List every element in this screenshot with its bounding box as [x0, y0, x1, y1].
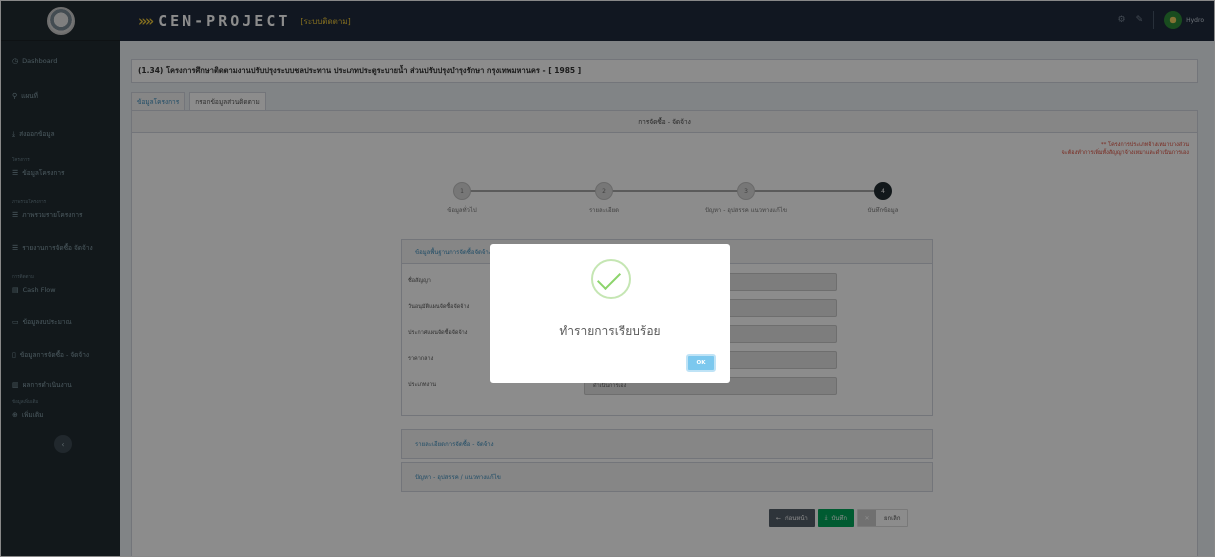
- ok-button[interactable]: OK: [686, 354, 716, 372]
- check-icon: [596, 265, 622, 291]
- success-dialog: ทำรายการเรียบร้อย OK: [490, 244, 730, 383]
- dialog-message: ทำรายการเรียบร้อย: [559, 324, 661, 338]
- success-check-icon: [591, 259, 631, 299]
- app-window: ◷ Dashboard ⚲ แผนที่ ⤓ ส่งออกข้อมูล โครง…: [0, 0, 1215, 557]
